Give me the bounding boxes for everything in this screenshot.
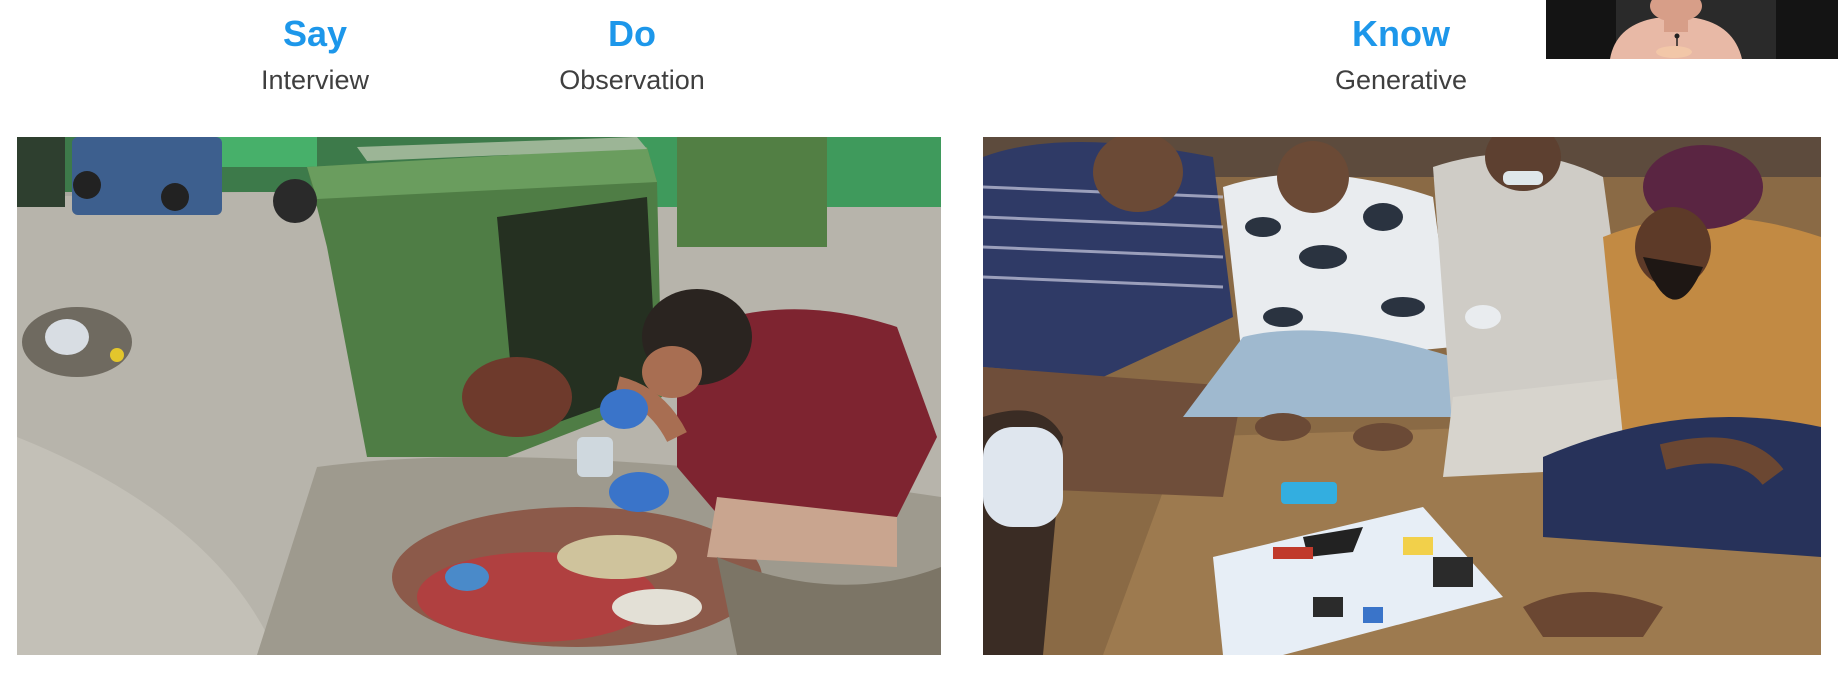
say-subtitle: Interview xyxy=(260,65,370,95)
presenter-video-icon xyxy=(1546,0,1838,59)
do-subtitle: Observation xyxy=(559,65,705,95)
know-title: Know xyxy=(1352,13,1450,54)
presenter-video xyxy=(1546,0,1838,59)
generative-photo xyxy=(983,137,1821,655)
say-heading: Say Interview xyxy=(261,14,369,96)
do-heading: Do Observation xyxy=(559,14,705,96)
know-subtitle: Generative xyxy=(1334,65,1468,95)
waste-sorting-photo xyxy=(17,137,941,655)
say-title: Say xyxy=(282,13,348,54)
do-title: Do xyxy=(607,13,656,54)
group-workshop-photo xyxy=(983,137,1821,655)
observation-photo xyxy=(17,137,941,655)
know-heading: Know Generative xyxy=(1335,14,1467,96)
